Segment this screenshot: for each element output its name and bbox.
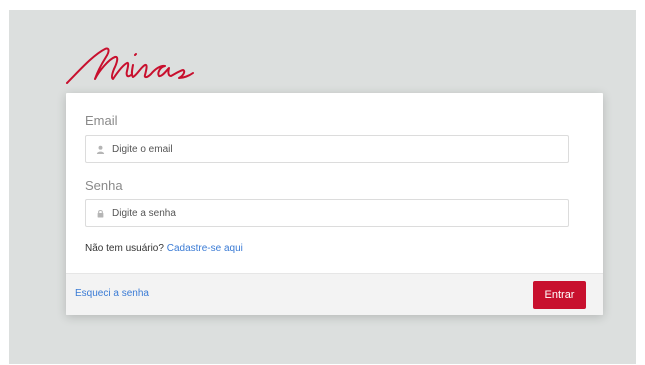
page-background: Email Senha Não tem usuário? Cadastre-se… <box>9 10 636 364</box>
login-card: Email Senha Não tem usuário? Cadastre-se… <box>66 93 603 315</box>
lock-icon <box>97 209 104 218</box>
forgot-password-link[interactable]: Esqueci a senha <box>75 288 149 299</box>
minas-logo-mark <box>66 47 194 84</box>
password-label: Senha <box>85 178 123 193</box>
user-icon <box>96 145 105 154</box>
brand-logo <box>65 43 225 87</box>
email-input[interactable] <box>112 143 552 155</box>
password-input[interactable] <box>112 207 552 219</box>
password-field-wrapper[interactable] <box>85 199 569 227</box>
email-field-wrapper[interactable] <box>85 135 569 163</box>
register-prompt-text: Não tem usuário? <box>85 243 164 254</box>
card-footer: Esqueci a senha Entrar <box>66 273 603 315</box>
register-link[interactable]: Cadastre-se aqui <box>167 243 243 254</box>
login-button[interactable]: Entrar <box>533 281 586 309</box>
email-label: Email <box>85 113 118 128</box>
register-prompt: Não tem usuário? Cadastre-se aqui <box>85 243 243 254</box>
